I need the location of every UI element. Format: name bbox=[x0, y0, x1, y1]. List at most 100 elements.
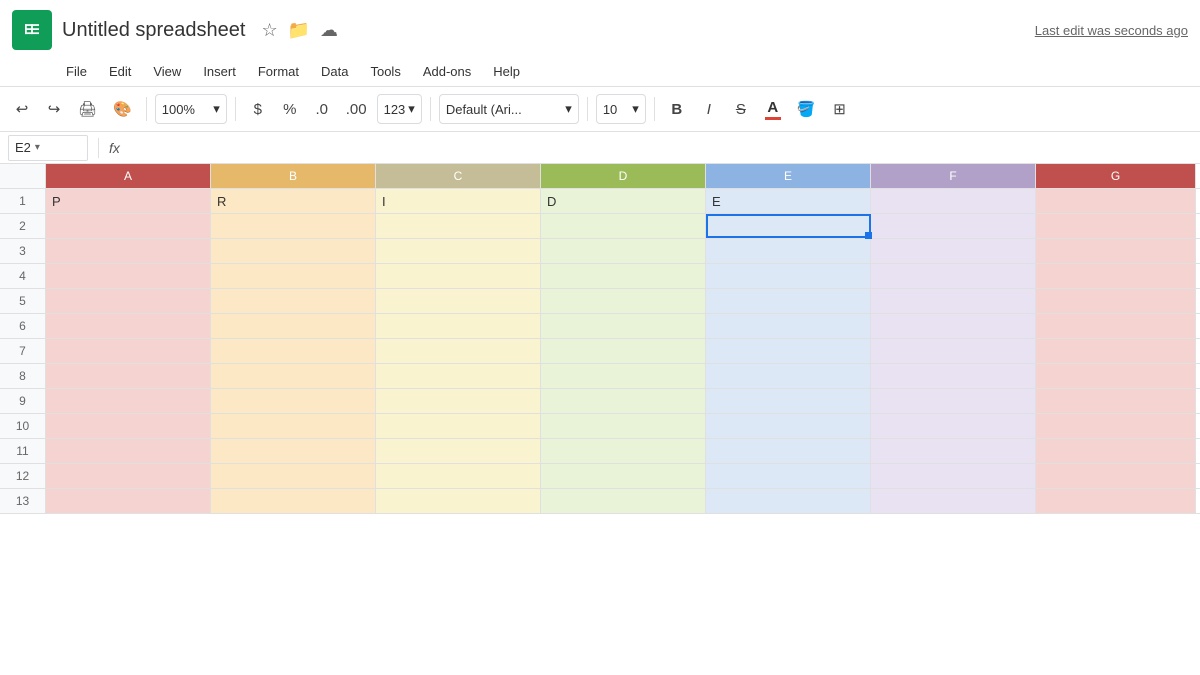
cell-a9[interactable] bbox=[46, 389, 211, 413]
cell-b3[interactable] bbox=[211, 239, 376, 263]
cell-g12[interactable] bbox=[1036, 464, 1196, 488]
font-selector[interactable]: Default (Ari... ▾ bbox=[439, 94, 579, 124]
underline-button[interactable]: A bbox=[759, 94, 787, 124]
cell-f1[interactable] bbox=[871, 189, 1036, 213]
col-header-g[interactable]: G bbox=[1036, 164, 1196, 188]
cell-d7[interactable] bbox=[541, 339, 706, 363]
cell-a2[interactable] bbox=[46, 214, 211, 238]
cell-a11[interactable] bbox=[46, 439, 211, 463]
cell-e11[interactable] bbox=[706, 439, 871, 463]
col-header-e[interactable]: E bbox=[706, 164, 871, 188]
cell-c5[interactable] bbox=[376, 289, 541, 313]
cell-d1[interactable]: D bbox=[541, 189, 706, 213]
cell-b10[interactable] bbox=[211, 414, 376, 438]
cell-d5[interactable] bbox=[541, 289, 706, 313]
currency-button[interactable]: $ bbox=[244, 94, 272, 124]
cell-g7[interactable] bbox=[1036, 339, 1196, 363]
cell-c11[interactable] bbox=[376, 439, 541, 463]
cell-a3[interactable] bbox=[46, 239, 211, 263]
print-button[interactable]: 🖨 bbox=[72, 94, 103, 124]
cell-g8[interactable] bbox=[1036, 364, 1196, 388]
cell-e4[interactable] bbox=[706, 264, 871, 288]
cell-e2-active[interactable] bbox=[706, 214, 871, 238]
cell-e7[interactable] bbox=[706, 339, 871, 363]
menu-file[interactable]: File bbox=[56, 61, 97, 82]
borders-button[interactable]: ⊞ bbox=[826, 94, 854, 124]
cell-a6[interactable] bbox=[46, 314, 211, 338]
cell-e5[interactable] bbox=[706, 289, 871, 313]
cell-b9[interactable] bbox=[211, 389, 376, 413]
cell-a1[interactable]: P bbox=[46, 189, 211, 213]
col-header-f[interactable]: F bbox=[871, 164, 1036, 188]
menu-insert[interactable]: Insert bbox=[193, 61, 246, 82]
cell-e8[interactable] bbox=[706, 364, 871, 388]
cell-b12[interactable] bbox=[211, 464, 376, 488]
cell-c1[interactable]: I bbox=[376, 189, 541, 213]
percent-button[interactable]: % bbox=[276, 94, 304, 124]
cell-a5[interactable] bbox=[46, 289, 211, 313]
spreadsheet-title[interactable]: Untitled spreadsheet bbox=[62, 19, 245, 42]
cell-b6[interactable] bbox=[211, 314, 376, 338]
cell-c9[interactable] bbox=[376, 389, 541, 413]
cell-f12[interactable] bbox=[871, 464, 1036, 488]
cell-a7[interactable] bbox=[46, 339, 211, 363]
cell-d13[interactable] bbox=[541, 489, 706, 513]
cell-f2[interactable] bbox=[871, 214, 1036, 238]
cell-f6[interactable] bbox=[871, 314, 1036, 338]
cell-g5[interactable] bbox=[1036, 289, 1196, 313]
cell-a13[interactable] bbox=[46, 489, 211, 513]
cell-f9[interactable] bbox=[871, 389, 1036, 413]
col-header-d[interactable]: D bbox=[541, 164, 706, 188]
menu-addons[interactable]: Add-ons bbox=[413, 61, 481, 82]
cell-c7[interactable] bbox=[376, 339, 541, 363]
cell-g13[interactable] bbox=[1036, 489, 1196, 513]
undo-button[interactable]: ↩ bbox=[8, 94, 36, 124]
cell-f13[interactable] bbox=[871, 489, 1036, 513]
cell-b13[interactable] bbox=[211, 489, 376, 513]
menu-edit[interactable]: Edit bbox=[99, 61, 141, 82]
cell-b5[interactable] bbox=[211, 289, 376, 313]
cell-g6[interactable] bbox=[1036, 314, 1196, 338]
cell-d12[interactable] bbox=[541, 464, 706, 488]
cell-c4[interactable] bbox=[376, 264, 541, 288]
cell-f5[interactable] bbox=[871, 289, 1036, 313]
menu-help[interactable]: Help bbox=[483, 61, 530, 82]
last-edit-status[interactable]: Last edit was seconds ago bbox=[1035, 23, 1188, 38]
col-header-a[interactable]: A bbox=[46, 164, 211, 188]
cell-d10[interactable] bbox=[541, 414, 706, 438]
cell-d9[interactable] bbox=[541, 389, 706, 413]
cell-f10[interactable] bbox=[871, 414, 1036, 438]
cell-d8[interactable] bbox=[541, 364, 706, 388]
cell-g10[interactable] bbox=[1036, 414, 1196, 438]
cell-d2[interactable] bbox=[541, 214, 706, 238]
decimal-decrease-button[interactable]: .0 bbox=[308, 94, 336, 124]
star-icon[interactable]: ☆ bbox=[261, 20, 277, 41]
bold-button[interactable]: B bbox=[663, 94, 691, 124]
cell-c2[interactable] bbox=[376, 214, 541, 238]
cell-f11[interactable] bbox=[871, 439, 1036, 463]
cell-c6[interactable] bbox=[376, 314, 541, 338]
cell-reference-box[interactable]: E2 ▾ bbox=[8, 135, 88, 161]
cell-a10[interactable] bbox=[46, 414, 211, 438]
cell-b11[interactable] bbox=[211, 439, 376, 463]
zoom-selector[interactable]: 100% ▾ bbox=[155, 94, 227, 124]
cell-b7[interactable] bbox=[211, 339, 376, 363]
cell-g9[interactable] bbox=[1036, 389, 1196, 413]
fill-color-button[interactable]: 🪣 bbox=[791, 94, 822, 124]
more-formats-selector[interactable]: 123 ▾ bbox=[377, 94, 422, 124]
cell-e13[interactable] bbox=[706, 489, 871, 513]
cell-a12[interactable] bbox=[46, 464, 211, 488]
cell-f8[interactable] bbox=[871, 364, 1036, 388]
cell-g2[interactable] bbox=[1036, 214, 1196, 238]
cell-f3[interactable] bbox=[871, 239, 1036, 263]
folder-icon[interactable]: 📁 bbox=[288, 20, 310, 41]
menu-view[interactable]: View bbox=[143, 61, 191, 82]
menu-format[interactable]: Format bbox=[248, 61, 309, 82]
redo-button[interactable]: ↪ bbox=[40, 94, 68, 124]
cell-b1[interactable]: R bbox=[211, 189, 376, 213]
cell-e6[interactable] bbox=[706, 314, 871, 338]
paint-format-button[interactable]: 🎨 bbox=[107, 94, 138, 124]
cell-e12[interactable] bbox=[706, 464, 871, 488]
cell-e3[interactable] bbox=[706, 239, 871, 263]
cell-b4[interactable] bbox=[211, 264, 376, 288]
